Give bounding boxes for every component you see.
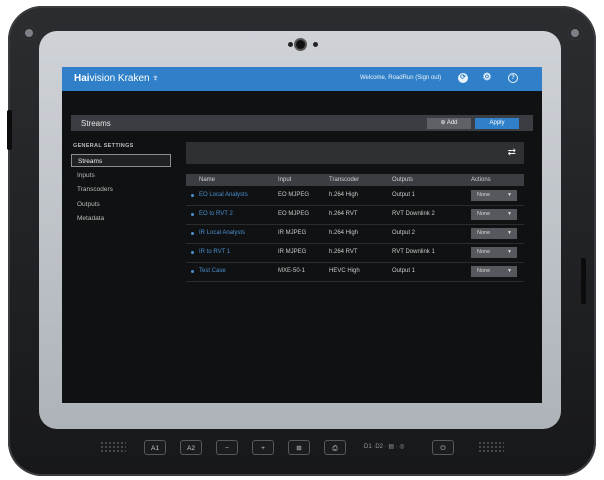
cell-transcoder: HEVC High: [329, 268, 360, 274]
actions-dropdown[interactable]: None ▼: [471, 209, 517, 220]
cell-input: EO MJPEG: [278, 211, 310, 217]
table-row: Test Case MXE-50-1 HEVC High Output 1 No…: [186, 263, 524, 282]
hw-button-a1[interactable]: A1: [144, 440, 166, 455]
status-dot: [191, 213, 194, 216]
table-row: IR Local Analysts IR MJPEG h.264 High Ou…: [186, 225, 524, 244]
logo-bold: Hai: [74, 73, 90, 84]
status-dot: [191, 270, 194, 273]
cell-outputs: Output 2: [392, 230, 416, 236]
sidebar-item-metadata[interactable]: Metadata: [71, 212, 171, 225]
stream-name-link[interactable]: Test Case: [199, 268, 226, 274]
logo-rest: vision Kraken: [89, 73, 150, 84]
actions-value: None: [477, 230, 491, 236]
sensor-dot: [313, 42, 318, 47]
stream-name-link[interactable]: EO Local Analysts: [199, 192, 248, 198]
sidebar-item-outputs[interactable]: Outputs: [71, 198, 171, 211]
cell-input: MXE-50-1: [278, 268, 306, 274]
cell-input: IR MJPEG: [278, 230, 307, 236]
screw-corner: [568, 26, 582, 40]
column-input: Input: [278, 177, 292, 183]
welcome-text[interactable]: Welcome, RoadRun (Sign out): [360, 75, 441, 81]
cell-outputs: RVT Downlink 2: [392, 211, 435, 217]
stream-name-link[interactable]: IR Local Analysts: [199, 230, 245, 236]
plus-circle-icon: ⊕: [440, 120, 446, 126]
windows-icon[interactable]: ⊞: [288, 440, 310, 455]
column-transcoder: Transcoder: [329, 177, 360, 183]
table-row: EO Local Analysts EO MJPEG h.264 High Ou…: [186, 187, 524, 206]
refresh-icon[interactable]: ⇄: [508, 147, 516, 159]
side-port-left: [7, 110, 12, 150]
octopus-icon: ♆: [151, 73, 160, 84]
cell-input: IR MJPEG: [278, 249, 307, 255]
status-dot: [191, 232, 194, 235]
table-row: IR to RVT 1 IR MJPEG h.264 RVT RVT Downl…: [186, 244, 524, 263]
screw-corner: [22, 26, 36, 40]
apply-button[interactable]: Apply: [475, 118, 519, 129]
cell-transcoder: h.264 RVT: [329, 249, 358, 255]
actions-dropdown[interactable]: None ▼: [471, 228, 517, 239]
add-button[interactable]: ⊕ Add: [427, 118, 471, 129]
side-port-right: [581, 258, 586, 304]
power-icon[interactable]: ⏻: [432, 440, 454, 455]
speaker-grill: [478, 441, 504, 453]
actions-value: None: [477, 211, 491, 217]
help-icon[interactable]: ?: [508, 73, 518, 83]
cell-outputs: RVT Downlink 1: [392, 249, 435, 255]
chevron-down-icon: ▼: [507, 192, 512, 198]
chevron-down-icon: ▼: [507, 230, 512, 236]
table-row: EO to RVT 2 EO MJPEG h.264 RVT RVT Downl…: [186, 206, 524, 225]
actions-dropdown[interactable]: None ▼: [471, 247, 517, 258]
cell-transcoder: h.264 High: [329, 192, 359, 198]
sidebar-item-transcoders[interactable]: Transcoders: [71, 183, 171, 196]
cell-outputs: Output 1: [392, 268, 416, 274]
actions-value: None: [477, 249, 491, 255]
status-dot: [191, 194, 194, 197]
hw-button-a2[interactable]: A2: [180, 440, 202, 455]
column-actions: Actions: [471, 177, 491, 183]
hw-button-plus[interactable]: +: [252, 440, 274, 455]
cell-input: EO MJPEG: [278, 192, 310, 198]
refresh-icon[interactable]: ⟳: [458, 73, 468, 83]
gear-icon[interactable]: ⚙: [482, 73, 492, 83]
column-outputs: Outputs: [392, 177, 414, 183]
cell-outputs: Output 1: [392, 192, 416, 198]
cell-transcoder: h.264 High: [329, 230, 359, 236]
actions-value: None: [477, 268, 491, 274]
stream-name-link[interactable]: IR to RVT 1: [199, 249, 230, 255]
page-title: Streams: [81, 119, 111, 128]
add-label: Add: [446, 120, 458, 126]
status-dot: [191, 251, 194, 254]
page-header: Streams ⊕ Add Apply: [71, 115, 533, 131]
camera-lens: [296, 40, 305, 49]
stream-name-link[interactable]: EO to RVT 2: [199, 211, 233, 217]
hw-indicators: ·D1 ·D2 · ▤ · ◎: [362, 444, 405, 450]
chevron-down-icon: ▼: [507, 249, 512, 255]
app-screen: Haivision Kraken ♆ Welcome, RoadRun (Sign…: [62, 67, 542, 403]
sensor-dot: [288, 42, 293, 47]
speaker-grill: [100, 441, 126, 453]
filter-bar: ⇄: [186, 142, 524, 164]
column-name: Name: [199, 177, 216, 183]
actions-dropdown[interactable]: None ▼: [471, 266, 517, 277]
sidebar-item-streams[interactable]: Streams: [71, 154, 171, 167]
sidebar-heading: GENERAL SETTINGS: [73, 143, 134, 149]
sidebar-item-inputs[interactable]: Inputs: [71, 169, 171, 182]
chevron-down-icon: ▼: [507, 268, 512, 274]
top-bar: Haivision Kraken ♆ Welcome, RoadRun (Sign…: [62, 67, 542, 91]
table-header: Name Input Transcoder Outputs Actions: [186, 174, 524, 186]
app-logo[interactable]: Haivision Kraken ♆: [74, 73, 159, 84]
chevron-down-icon: ▼: [507, 211, 512, 217]
rotate-lock-icon[interactable]: ⎙: [324, 440, 346, 455]
hw-button-minus[interactable]: −: [216, 440, 238, 455]
actions-dropdown[interactable]: None ▼: [471, 190, 517, 201]
actions-value: None: [477, 192, 491, 198]
cell-transcoder: h.264 RVT: [329, 211, 358, 217]
